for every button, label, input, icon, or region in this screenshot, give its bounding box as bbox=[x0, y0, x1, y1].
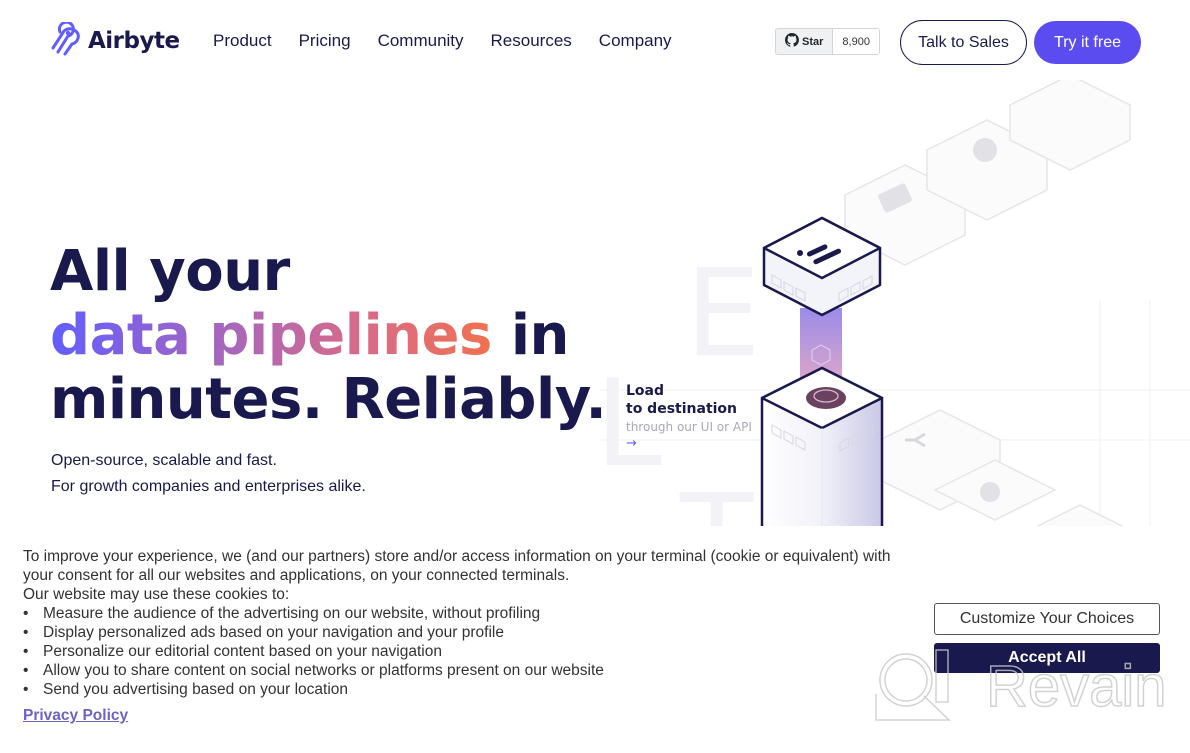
github-icon bbox=[785, 33, 799, 50]
arrow-right-icon[interactable]: → bbox=[626, 436, 752, 452]
github-star-button[interactable]: Star 8,900 bbox=[775, 28, 880, 55]
airbyte-logo[interactable]: Airbyte bbox=[50, 20, 180, 60]
pipeline-illustration: E L T bbox=[595, 80, 1190, 526]
cookie-lead: Our website may use these cookies to: bbox=[23, 586, 290, 603]
nav-company[interactable]: Company bbox=[599, 31, 672, 51]
try-it-free-button[interactable]: Try it free bbox=[1034, 21, 1141, 64]
hero-subtitle: Open-source, scalable and fast. For grow… bbox=[51, 448, 366, 500]
cookie-purpose-item: Allow you to share content on social net… bbox=[23, 661, 913, 680]
cookie-purpose-item: Send you advertising based on your locat… bbox=[23, 680, 913, 699]
postgres-icon bbox=[806, 387, 846, 409]
main-nav: Product Pricing Community Resources Comp… bbox=[213, 31, 699, 51]
hero-title-line3: minutes. Reliably. bbox=[50, 367, 607, 432]
load-step-title-1: Load bbox=[626, 383, 665, 399]
load-step-label: Load to destination through our UI or AP… bbox=[626, 382, 752, 452]
cookie-purpose-item: Display personalized ads based on your n… bbox=[23, 623, 913, 642]
nav-community[interactable]: Community bbox=[378, 31, 464, 51]
hero-illustration: E L T bbox=[590, 80, 1190, 526]
hero-subtitle-2: For growth companies and enterprises ali… bbox=[51, 478, 366, 495]
github-star-label[interactable]: Star bbox=[776, 29, 834, 54]
cookie-purposes-list: Measure the audience of the advertising … bbox=[23, 604, 913, 699]
nav-product[interactable]: Product bbox=[213, 31, 272, 51]
hero-subtitle-1: Open-source, scalable and fast. bbox=[51, 452, 277, 469]
hero-title: All your data pipelines in minutes. Reli… bbox=[50, 239, 607, 432]
cookie-intro: To improve your experience, we (and our … bbox=[23, 548, 891, 584]
airbyte-logo-icon bbox=[50, 20, 82, 60]
hero-title-line1: All your bbox=[50, 239, 290, 304]
nav-resources[interactable]: Resources bbox=[491, 31, 572, 51]
privacy-policy-link[interactable]: Privacy Policy bbox=[23, 707, 128, 725]
load-step-title-2: to destination bbox=[626, 401, 738, 417]
accept-all-button[interactable]: Accept All bbox=[934, 643, 1160, 673]
hero-title-gradient: data pipelines bbox=[50, 303, 492, 368]
github-star-text: Star bbox=[802, 35, 824, 48]
destination-pillar bbox=[760, 366, 884, 526]
nav-pricing[interactable]: Pricing bbox=[299, 31, 351, 51]
bg-letter-e: E bbox=[685, 245, 761, 384]
brand-name: Airbyte bbox=[88, 28, 180, 54]
customize-choices-button[interactable]: Customize Your Choices bbox=[934, 603, 1160, 635]
hero-title-line2-rest: in bbox=[491, 303, 570, 368]
bg-letter-t: T bbox=[679, 470, 754, 526]
site-header: Airbyte Product Pricing Community Resour… bbox=[0, 0, 1190, 84]
talk-to-sales-button[interactable]: Talk to Sales bbox=[900, 20, 1027, 65]
cookie-purpose-item: Measure the audience of the advertising … bbox=[23, 604, 913, 623]
github-star-count[interactable]: 8,900 bbox=[833, 29, 879, 54]
cookie-text: To improve your experience, we (and our … bbox=[23, 547, 913, 699]
cookie-purpose-item: Personalize our editorial content based … bbox=[23, 642, 913, 661]
cookie-consent-banner: To improve your experience, we (and our … bbox=[0, 526, 1190, 753]
load-step-subtitle: through our UI or API bbox=[626, 420, 752, 434]
